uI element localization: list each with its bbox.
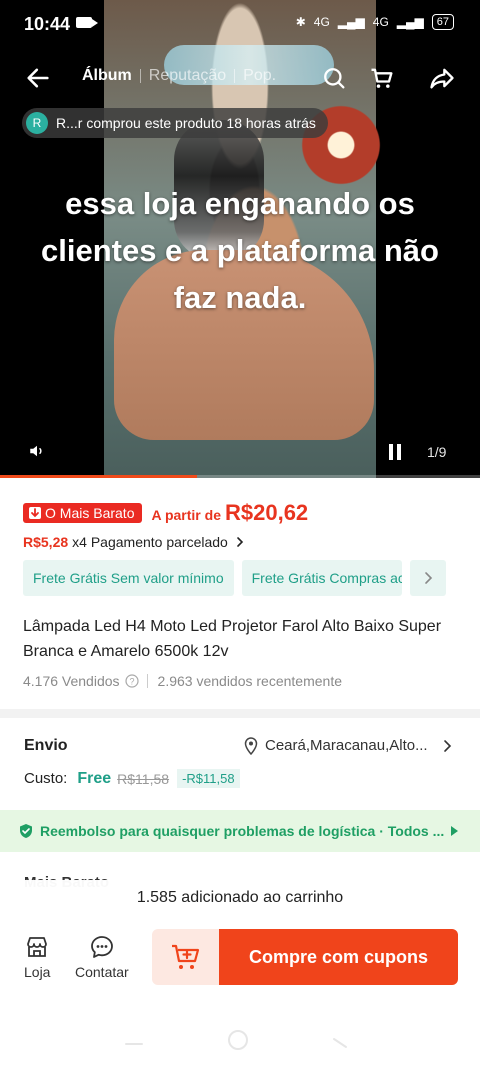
sold-count: 4.176 Vendidos [23,673,120,689]
shield-check-icon [20,824,32,838]
divider [146,674,148,688]
tab-album[interactable]: Álbum [82,67,132,85]
signal-2-label: 4G [372,15,389,29]
signal-bars-icon: ▂▄▆ [337,15,365,29]
recent-apps-icon[interactable] [124,1040,144,1048]
system-navigation-bar [0,1002,480,1066]
product-video[interactable]: 10:44 ✱ 4G ▂▄▆ 4G ▂▄▆ 67 Álbum Reputação… [0,0,480,478]
installment-amount: R$5,28 [23,534,69,550]
contact-label: Contatar [75,964,129,980]
sound-icon[interactable] [28,442,46,460]
tab-popular[interactable]: Pop. [243,67,276,85]
recent-purchase-notice: R R...r comprou este produto 18 horas at… [22,108,328,138]
shipping-cost-row: Custo: Free R$11,58 -R$11,58 [24,769,240,788]
store-button[interactable]: Loja [24,934,50,980]
signal-1-label: 4G [313,15,330,29]
back-arrow-icon[interactable] [24,64,52,92]
status-time: 10:44 [24,14,71,34]
store-icon [27,937,48,957]
shipping-location: Ceará,Maracanau,Alto... [265,737,428,754]
store-label: Loja [24,964,51,980]
media-counter: 1/9 [427,444,447,460]
chat-icon [90,936,113,958]
cart-icon[interactable] [368,64,396,92]
shipping-label: Envio [24,737,68,754]
section-divider [0,709,480,718]
cheapest-badge-label: O Mais Barato [45,505,135,521]
sold-recent-count: 2.963 vendidos recentemente [157,673,342,689]
chevron-right-icon [237,537,243,547]
chevron-right-icon [444,740,452,752]
tab-reputation[interactable]: Reputação [149,67,226,85]
add-to-cart-icon [171,944,199,969]
help-icon[interactable]: ? [124,674,139,688]
tab-divider [234,69,236,83]
cart-added-toast: 1.585 adicionado ao carrinho [0,880,480,916]
cost-original: R$11,58 [117,770,170,787]
arrow-down-icon [29,507,41,519]
shipping-tags: Frete Grátis Sem valor mínimo Frete Grát… [23,560,457,596]
shipping-tag[interactable]: Frete Grátis Sem valor mínimo [23,560,234,596]
triangle-right-icon [451,826,458,836]
pause-icon[interactable] [388,444,402,460]
price-row: O Mais Barato A partir de R$20,62 [23,500,308,526]
recent-purchase-text: R...r comprou este produto 18 horas atrá… [56,115,316,131]
buyer-avatar: R [26,112,48,134]
product-title: Lâmpada Led H4 Moto Led Projetor Farol A… [23,618,442,660]
bottom-action-bar: Loja Contatar Compre com cupons [0,916,480,1002]
price-value: R$20,62 [224,500,309,525]
svg-text:?: ? [129,677,134,687]
share-icon[interactable] [428,64,456,92]
refund-text: Reembolso para quaisquer problemas de lo… [40,823,445,839]
sales-info: 4.176 Vendidos ? 2.963 vendidos recentem… [23,673,342,689]
contact-button[interactable]: Contatar [75,934,129,980]
battery-indicator: 67 [431,14,454,30]
search-icon[interactable] [320,64,348,92]
back-icon[interactable] [330,1036,350,1050]
top-navigation: Álbum Reputação Pop. [0,58,480,98]
media-tabs: Álbum Reputação Pop. [82,67,276,85]
bluetooth-icon: ✱ [295,15,306,29]
location-pin-icon [244,737,258,755]
status-bar: 10:44 ✱ 4G ▂▄▆ 4G ▂▄▆ 67 [0,0,480,48]
tab-divider [139,69,141,83]
installment-text: x4 Pagamento parcelado [72,534,228,550]
screen-record-icon [76,17,98,28]
refund-guarantee-bar[interactable]: Reembolso para quaisquer problemas de lo… [0,810,480,852]
cost-label: Custo: [24,770,68,787]
home-icon[interactable] [226,1028,250,1052]
video-progress-fill [0,475,197,478]
add-to-cart-button[interactable] [152,929,219,985]
cheapest-badge: O Mais Barato [23,503,143,523]
installment-row[interactable]: R$5,28 x4 Pagamento parcelado [23,534,246,550]
chevron-right-icon [424,572,432,584]
shipping-tags-more-button[interactable] [409,560,446,596]
video-caption: essa loja enganando os clientes e a plat… [41,186,439,315]
buy-with-coupons-button[interactable]: Compre com cupons [219,929,458,985]
shipping-row[interactable]: Envio Ceará,Maracanau,Alto... [0,728,480,762]
price-from-label: A partir de [151,507,221,523]
signal-bars-icon: ▂▄▆ [396,15,424,29]
video-progress[interactable] [0,475,480,478]
cost-free: Free [77,769,112,787]
shipping-tag[interactable]: Frete Grátis Compras aci [241,560,402,596]
cost-discount: -R$11,58 [177,769,240,788]
